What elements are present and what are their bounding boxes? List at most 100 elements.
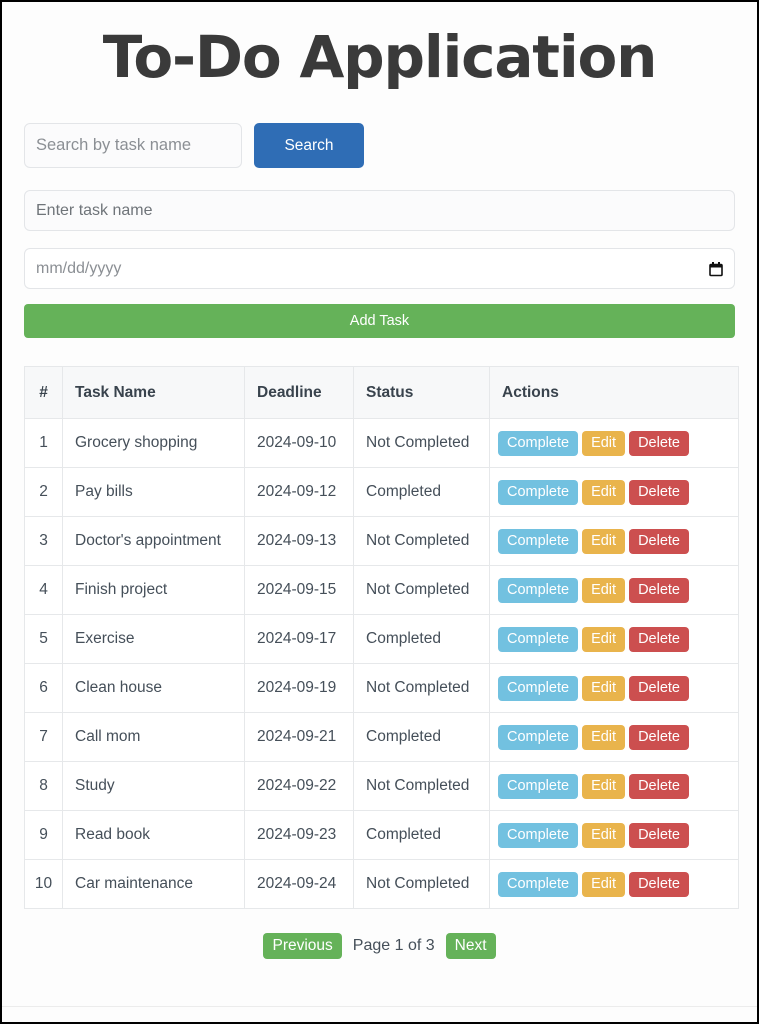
cell-index: 2: [24, 467, 63, 517]
cell-index: 7: [24, 712, 63, 762]
complete-button[interactable]: Complete: [498, 871, 579, 897]
cell-task-name: Car maintenance: [62, 859, 245, 909]
delete-button[interactable]: Delete: [629, 528, 689, 554]
cell-deadline: 2024-09-21: [244, 712, 354, 762]
cell-actions: Complete Edit Delete: [489, 467, 739, 517]
complete-button[interactable]: Complete: [498, 430, 579, 456]
cell-actions: Complete Edit Delete: [489, 859, 739, 909]
cell-status: Not Completed: [353, 663, 490, 713]
cell-deadline: 2024-09-12: [244, 467, 354, 517]
cell-index: 6: [24, 663, 63, 713]
calendar-icon[interactable]: [709, 261, 723, 276]
pagination: Previous Page 1 of 3 Next: [24, 933, 735, 959]
cell-actions: Complete Edit Delete: [489, 712, 739, 762]
cell-actions: Complete Edit Delete: [489, 565, 739, 615]
complete-button[interactable]: Complete: [498, 528, 579, 554]
table-row: 9 Read book 2024-09-23 Completed Complete Edi…: [24, 810, 739, 860]
complete-button[interactable]: Complete: [498, 675, 579, 701]
delete-button[interactable]: Delete: [629, 479, 689, 505]
cell-actions: Complete Edit Delete: [489, 614, 739, 664]
cell-task-name: Call mom: [62, 712, 245, 762]
column-header-deadline: Deadline: [244, 366, 354, 419]
next-page-button[interactable]: Next: [445, 933, 496, 959]
complete-button[interactable]: Complete: [498, 724, 579, 750]
column-header-name: Task Name: [62, 366, 245, 419]
delete-button[interactable]: Delete: [629, 724, 689, 750]
cell-deadline: 2024-09-10: [244, 418, 354, 468]
app-content: To-Do Application Search mm/dd/yyyy Add …: [2, 2, 757, 1022]
cell-index: 4: [24, 565, 63, 615]
edit-button[interactable]: Edit: [582, 626, 626, 652]
edit-button[interactable]: Edit: [582, 871, 626, 897]
cell-status: Not Completed: [353, 761, 490, 811]
add-task-button[interactable]: Add Task: [24, 304, 735, 338]
delete-button[interactable]: Delete: [629, 577, 689, 603]
table-row: 1 Grocery shopping 2024-09-10 Not Completed…: [24, 418, 739, 468]
search-input[interactable]: [24, 123, 242, 168]
cell-index: 10: [24, 859, 63, 909]
cell-task-name: Finish project: [62, 565, 245, 615]
edit-button[interactable]: Edit: [582, 577, 626, 603]
cell-index: 9: [24, 810, 63, 860]
cell-task-name: Study: [62, 761, 245, 811]
cell-index: 8: [24, 761, 63, 811]
delete-button[interactable]: Delete: [629, 871, 689, 897]
cell-task-name: Read book: [62, 810, 245, 860]
cell-actions: Complete Edit Delete: [489, 418, 739, 468]
cell-deadline: 2024-09-15: [244, 565, 354, 615]
edit-button[interactable]: Edit: [582, 675, 626, 701]
complete-button[interactable]: Complete: [498, 479, 579, 505]
previous-page-button[interactable]: Previous: [263, 933, 342, 959]
edit-button[interactable]: Edit: [582, 479, 626, 505]
edit-button[interactable]: Edit: [582, 528, 626, 554]
edit-button[interactable]: Edit: [582, 773, 626, 799]
edit-button[interactable]: Edit: [582, 430, 626, 456]
cell-deadline: 2024-09-19: [244, 663, 354, 713]
complete-button[interactable]: Complete: [498, 822, 579, 848]
delete-button[interactable]: Delete: [629, 822, 689, 848]
cell-task-name: Pay bills: [62, 467, 245, 517]
cell-status: Completed: [353, 467, 490, 517]
edit-button[interactable]: Edit: [582, 724, 626, 750]
edit-button[interactable]: Edit: [582, 822, 626, 848]
date-placeholder: mm/dd/yyyy: [36, 259, 122, 277]
column-header-status: Status: [353, 366, 490, 419]
cell-task-name: Exercise: [62, 614, 245, 664]
cell-status: Not Completed: [353, 418, 490, 468]
table-row: 6 Clean house 2024-09-19 Not Completed Compl…: [24, 663, 739, 713]
table-row: 2 Pay bills 2024-09-12 Completed Complete Edi…: [24, 467, 739, 517]
cell-status: Not Completed: [353, 859, 490, 909]
deadline-date-field[interactable]: mm/dd/yyyy: [24, 248, 735, 289]
task-table: # Task Name Deadline Status Actions 1 Gro…: [24, 366, 739, 909]
complete-button[interactable]: Complete: [498, 577, 579, 603]
complete-button[interactable]: Complete: [498, 626, 579, 652]
cell-actions: Complete Edit Delete: [489, 810, 739, 860]
table-row: 5 Exercise 2024-09-17 Completed Complete Edit…: [24, 614, 739, 664]
delete-button[interactable]: Delete: [629, 626, 689, 652]
cell-status: Not Completed: [353, 565, 490, 615]
bottom-divider: [2, 1006, 757, 1007]
complete-button[interactable]: Complete: [498, 773, 579, 799]
cell-deadline: 2024-09-22: [244, 761, 354, 811]
table-row: 7 Call mom 2024-09-21 Completed Complete Edit…: [24, 712, 739, 762]
cell-index: 3: [24, 516, 63, 566]
cell-task-name: Grocery shopping: [62, 418, 245, 468]
cell-actions: Complete Edit Delete: [489, 516, 739, 566]
page-title: To-Do Application: [102, 23, 658, 91]
delete-button[interactable]: Delete: [629, 675, 689, 701]
app-window: To-Do Application Search mm/dd/yyyy Add …: [0, 0, 759, 1024]
delete-button[interactable]: Delete: [629, 430, 689, 456]
table-row: 3 Doctor's appointment 2024-09-13 Not Compl…: [24, 516, 739, 566]
cell-deadline: 2024-09-24: [244, 859, 354, 909]
cell-status: Completed: [353, 810, 490, 860]
cell-actions: Complete Edit Delete: [489, 761, 739, 811]
cell-index: 5: [24, 614, 63, 664]
search-button[interactable]: Search: [254, 123, 364, 168]
cell-status: Completed: [353, 614, 490, 664]
task-name-input[interactable]: [24, 190, 735, 231]
cell-task-name: Clean house: [62, 663, 245, 713]
cell-actions: Complete Edit Delete: [489, 663, 739, 713]
table-header-row: # Task Name Deadline Status Actions: [24, 366, 739, 419]
delete-button[interactable]: Delete: [629, 773, 689, 799]
cell-status: Not Completed: [353, 516, 490, 566]
